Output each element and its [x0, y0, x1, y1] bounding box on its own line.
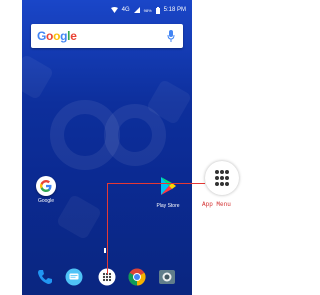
callout-label: App Menu: [202, 201, 231, 208]
app-google[interactable]: Google: [32, 176, 60, 204]
wallpaper-go-logo: [50, 100, 166, 170]
network-type: 4G: [121, 7, 130, 13]
play-store-icon: [161, 177, 176, 195]
wallpaper-hex: [55, 193, 103, 241]
camera-icon[interactable]: [158, 268, 176, 286]
messages-icon[interactable]: [65, 268, 83, 286]
chrome-icon[interactable]: [128, 268, 146, 286]
page-indicator: [104, 248, 106, 253]
signal-icon: [133, 7, 140, 13]
phone-icon[interactable]: [36, 268, 54, 286]
wifi-icon: [110, 7, 118, 13]
callout-line: [107, 183, 108, 274]
battery-percent: 98%: [143, 7, 152, 13]
google-g-icon: [36, 176, 56, 196]
app-menu-icon: [205, 161, 239, 195]
app-play-store[interactable]: Play Store: [154, 176, 182, 209]
callout-line: [107, 183, 205, 184]
app-label: Play Store: [156, 203, 180, 209]
microphone-icon[interactable]: [167, 30, 175, 42]
clock: 5:18 PM: [163, 7, 186, 13]
google-logo: Google: [37, 29, 77, 43]
google-search-bar[interactable]: Google: [31, 24, 183, 48]
status-bar: 4G 98% 5:18 PM: [22, 0, 192, 20]
app-label: Google: [37, 198, 55, 204]
battery-icon: [155, 6, 160, 14]
